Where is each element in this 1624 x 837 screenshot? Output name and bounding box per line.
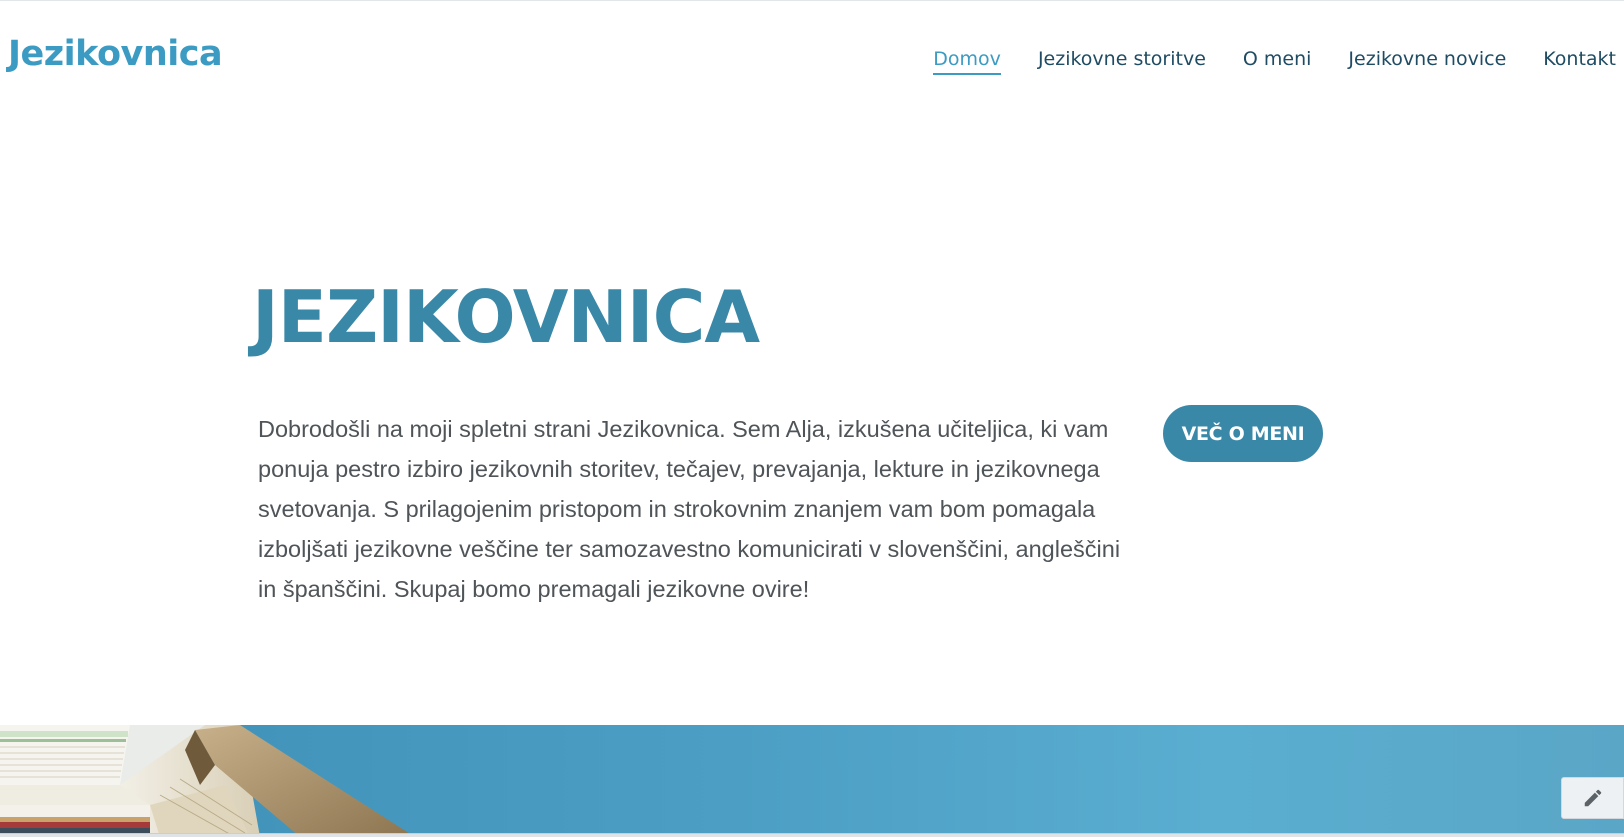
hero-title: JEZIKOVNICA: [252, 275, 760, 359]
books-image: [0, 725, 415, 837]
pencil-icon: [1584, 789, 1601, 807]
nav-item-o-meni[interactable]: O meni: [1243, 48, 1312, 75]
hero-description: Dobrodošli na moji spletni strani Jeziko…: [258, 416, 1121, 602]
about-me-button[interactable]: VEČ O MENI: [1163, 405, 1323, 462]
main-navigation: Domov Jezikovne storitve O meni Jezikovn…: [933, 48, 1616, 75]
top-divider: [0, 0, 1624, 1]
nav-item-jezikovne-storitve[interactable]: Jezikovne storitve: [1038, 48, 1206, 75]
nav-item-jezikovne-novice[interactable]: Jezikovne novice: [1348, 48, 1506, 75]
site-logo[interactable]: Jezikovnica: [8, 34, 223, 74]
bottom-strip: [0, 833, 1624, 837]
nav-item-domov[interactable]: Domov: [933, 48, 1001, 75]
edit-page-button[interactable]: [1561, 777, 1624, 819]
hero-banner: [0, 725, 1624, 837]
page: Jezikovnica Domov Jezikovne storitve O m…: [0, 0, 1624, 837]
nav-item-kontakt[interactable]: Kontakt: [1543, 48, 1616, 75]
